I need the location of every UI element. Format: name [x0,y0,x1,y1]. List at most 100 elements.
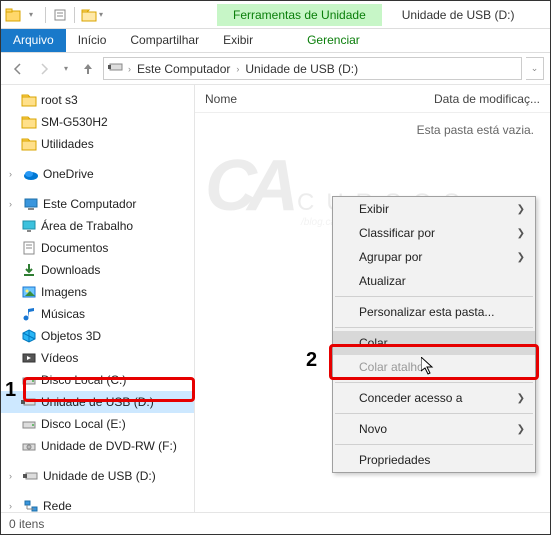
tree-item[interactable]: › OneDrive [1,163,194,185]
expand-icon[interactable]: › [9,169,19,179]
menu-label: Conceder acesso a [359,391,462,405]
menu-label: Classificar por [359,226,435,240]
tree-label: Unidade de USB (D:) [43,469,156,483]
tree-label: Músicas [41,307,85,321]
expand-icon[interactable]: › [9,501,19,511]
network-icon [23,498,39,512]
forward-button[interactable] [33,58,55,80]
tab-file[interactable]: Arquivo [1,29,66,52]
menu-item[interactable]: Colar [333,331,535,355]
tree-item[interactable]: Unidade de DVD-RW (F:) [1,435,194,457]
drive-icon [21,372,37,388]
menu-item: Colar atalho [333,355,535,379]
tree-label: Unidade de USB (D:) [41,395,154,409]
drive-icon [21,416,37,432]
tree-label: Área de Trabalho [41,219,133,233]
menu-item[interactable]: Novo❯ [333,417,535,441]
menu-label: Novo [359,422,387,436]
tree-item[interactable]: Disco Local (E:) [1,413,194,435]
dropdown-button[interactable]: ⌄ [526,57,544,80]
breadcrumb-root[interactable]: Este Computador [135,62,232,76]
submenu-arrow-icon: ❯ [517,228,525,239]
usb-icon [21,394,37,410]
expand-icon[interactable]: › [9,471,19,481]
contextual-tab: Ferramentas de Unidade [217,4,382,26]
tree-item[interactable]: SM-G530H2 [1,111,194,133]
menu-item[interactable]: Agrupar por❯ [333,245,535,269]
tree-label: Utilidades [41,137,94,151]
ribbon-tabs: Arquivo Início Compartilhar Exibir Geren… [1,29,550,53]
tree-label: Imagens [41,285,87,299]
tree-item[interactable]: Disco Local (C:) [1,369,194,391]
chevron-down-icon[interactable]: ▾ [23,7,39,23]
submenu-arrow-icon: ❯ [517,393,525,404]
properties-icon[interactable] [52,7,68,23]
desktop-icon [21,218,37,234]
tab-manage[interactable]: Gerenciar [295,29,372,52]
onedrive-icon [23,166,39,182]
usb-icon [23,468,39,484]
back-button[interactable] [7,58,29,80]
menu-item[interactable]: Atualizar [333,269,535,293]
column-date[interactable]: Data de modificaç... [424,92,550,106]
tab-home[interactable]: Início [66,29,119,52]
menu-label: Propriedades [359,453,430,467]
tree-item[interactable]: › Unidade de USB (D:) [1,465,194,487]
item-count: 0 itens [9,517,44,531]
history-dropdown[interactable]: ▾ [59,58,73,80]
annotation-2: 2 [306,349,317,372]
tree-item[interactable]: Unidade de USB (D:) [1,391,194,413]
tab-view[interactable]: Exibir [211,29,265,52]
menu-item[interactable]: Classificar por ❯ [333,221,535,245]
tree-item[interactable]: Objetos 3D [1,325,194,347]
menu-label: Personalizar esta pasta... [359,305,494,319]
images-icon [21,284,37,300]
title-bar: ▾ ▾ Ferramentas de Unidade Unidade de US… [1,1,550,29]
music-icon [21,306,37,322]
tree-item[interactable]: ›Rede [1,495,194,512]
up-button[interactable] [77,58,99,80]
tree-label: Vídeos [41,351,78,365]
menu-item[interactable]: Personalizar esta pasta... [333,300,535,324]
tree-item[interactable]: Imagens [1,281,194,303]
tab-share[interactable]: Compartilhar [118,29,211,52]
tree-item[interactable]: Documentos [1,237,194,259]
address-bar: ▾ › Este Computador › Unidade de USB (D:… [1,53,550,85]
address-field[interactable]: › Este Computador › Unidade de USB (D:) [103,57,522,80]
tree-item[interactable]: Área de Trabalho [1,215,194,237]
status-bar: 0 itens [1,512,550,534]
breadcrumb-current[interactable]: Unidade de USB (D:) [243,62,360,76]
pc-icon [23,196,39,212]
tree-item[interactable]: root s3 [1,89,194,111]
folder-icon [21,114,37,130]
open-folder-icon[interactable] [81,7,97,23]
tree-label: Objetos 3D [41,329,101,343]
expand-icon[interactable]: › [9,199,19,209]
downloads-icon [21,262,37,278]
folder-icon [21,136,37,152]
chevron-right-icon[interactable]: › [236,64,239,74]
tree-item[interactable]: Vídeos [1,347,194,369]
tree-label: Documentos [41,241,108,255]
tree-item[interactable]: ›Este Computador [1,193,194,215]
tree-item[interactable]: Downloads [1,259,194,281]
chevron-right-icon[interactable]: › [128,64,131,74]
navigation-pane: root s3 SM-G530H2 Utilidades › OneDrive ›Este… [1,85,195,512]
annotation-1: 1 [5,379,16,402]
menu-label: Agrupar por [359,250,422,264]
menu-item[interactable]: Conceder acesso a ❯ [333,386,535,410]
menu-label: Colar atalho [359,360,424,374]
column-name[interactable]: Nome [195,92,424,106]
tree-item[interactable]: Músicas [1,303,194,325]
quick-access-toolbar: ▾ ▾ [1,7,107,23]
menu-item[interactable]: Propriedades [333,448,535,472]
tree-item[interactable]: Utilidades [1,133,194,155]
menu-item[interactable]: Exibir❯ [333,197,535,221]
submenu-arrow-icon: ❯ [517,204,525,215]
tree-label: root s3 [41,93,78,107]
videos-icon [21,350,37,366]
menu-label: Atualizar [359,274,406,288]
tree-label: OneDrive [43,167,94,181]
3d-icon [21,328,37,344]
qat-dropdown-icon[interactable]: ▾ [99,10,103,19]
